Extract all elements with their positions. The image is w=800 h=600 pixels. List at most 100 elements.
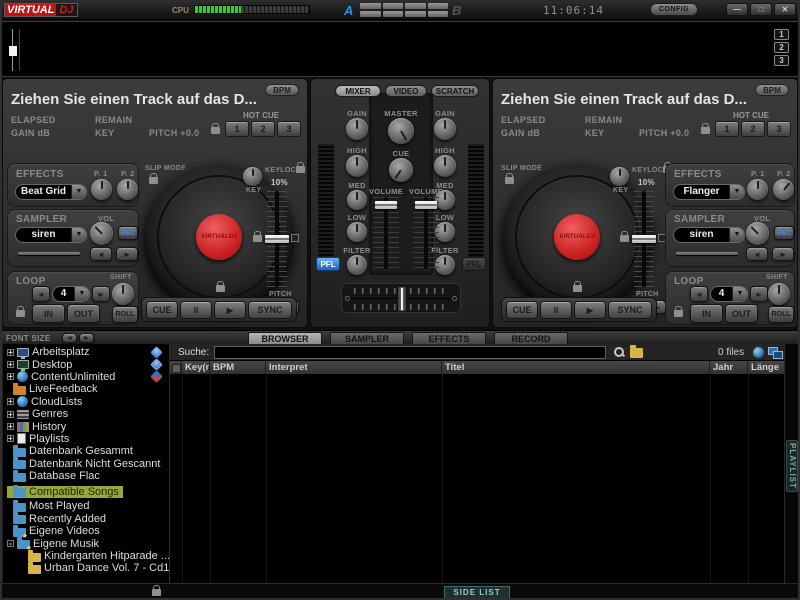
sample-progress[interactable]: [18, 252, 80, 255]
sync-button[interactable]: SYNC: [248, 301, 292, 319]
loop-half-button[interactable]: ◄: [32, 286, 50, 302]
tree-item-recently-added[interactable]: Recently Added: [7, 513, 169, 525]
minimize-button[interactable]: —: [726, 3, 748, 16]
tree-item-history[interactable]: + History: [7, 420, 169, 432]
key-knob[interactable]: [243, 167, 262, 186]
tree-item-most-played[interactable]: Most Played: [7, 500, 169, 512]
sample-select[interactable]: siren ▼: [673, 227, 745, 243]
pitch-slider-handle[interactable]: [632, 235, 656, 243]
lock-icon[interactable]: [16, 310, 25, 317]
next-sample-button[interactable]: ►: [116, 247, 138, 261]
expand-icon[interactable]: +: [7, 423, 14, 430]
config-button[interactable]: CONFIG: [650, 3, 698, 16]
loop-roll-button[interactable]: ROLL: [768, 306, 794, 323]
pitch-slider[interactable]: [267, 191, 287, 287]
pause-button[interactable]: II: [180, 301, 212, 319]
sync-button[interactable]: SYNC: [608, 301, 652, 319]
cue-button[interactable]: CUE: [146, 301, 178, 319]
loop-double-button[interactable]: ►: [92, 286, 110, 302]
tree-item-urban-dance[interactable]: Urban Dance Vol. 7 - Cd1: [7, 562, 169, 574]
cue-mix-knob[interactable]: [389, 158, 413, 182]
track-table-body[interactable]: [170, 375, 784, 583]
hot-cue-3-button[interactable]: 3: [767, 121, 791, 137]
waveform-scrubber[interactable]: [12, 29, 20, 71]
side-list-button[interactable]: SIDE LIST: [444, 586, 510, 599]
expand-icon[interactable]: +: [7, 435, 14, 442]
pfl-b-button[interactable]: PFL: [462, 257, 486, 271]
hot-cue-2-button[interactable]: 2: [741, 121, 765, 137]
tree-item-kindergarten-hitparade[interactable]: Kindergarten Hitparade ...: [7, 550, 169, 562]
column-titel[interactable]: Titel: [442, 361, 710, 374]
crossfader-handle[interactable]: [397, 286, 407, 312]
lock-icon[interactable]: [701, 127, 710, 134]
column-bpm[interactable]: BPM: [210, 361, 266, 374]
loop-length-select[interactable]: 4 ▼: [710, 286, 748, 302]
hot-cue-1-button[interactable]: 1: [225, 121, 249, 137]
pitch-reset-button[interactable]: [291, 234, 299, 242]
tab-video[interactable]: VIDEO: [385, 85, 427, 97]
tree-item-arbeitsplatz[interactable]: + Arbeitsplatz: [7, 346, 169, 358]
high-a-knob[interactable]: [346, 155, 368, 177]
rec-button[interactable]: REC: [774, 226, 794, 240]
chevron-down-icon[interactable]: ▼: [729, 228, 744, 242]
sampler-vol-knob[interactable]: [90, 222, 113, 245]
pitch-slider[interactable]: [634, 191, 654, 287]
lock-icon[interactable]: [674, 310, 683, 317]
lock-icon[interactable]: [573, 285, 582, 292]
font-larger-button[interactable]: ►: [79, 333, 94, 343]
loop-double-button[interactable]: ►: [750, 286, 768, 302]
chevron-down-icon[interactable]: ▼: [74, 287, 89, 301]
column-icon[interactable]: [170, 361, 182, 374]
filter-a-knob[interactable]: [347, 255, 367, 275]
column-key[interactable]: Key(nu: [182, 361, 210, 374]
cue-marker-2[interactable]: 2: [774, 42, 789, 53]
high-b-knob[interactable]: [434, 155, 456, 177]
tree-item-desktop[interactable]: + Desktop: [7, 358, 169, 370]
lock-icon[interactable]: [216, 285, 225, 292]
crossfader[interactable]: [341, 283, 461, 313]
effect-select[interactable]: Beat Grid ▼: [15, 184, 87, 200]
gear-icon[interactable]: [150, 358, 163, 371]
loop-out-button[interactable]: OUT: [725, 304, 758, 323]
loop-half-button[interactable]: ◄: [690, 286, 708, 302]
close-button[interactable]: ✕: [774, 3, 796, 16]
sampler-vol-knob[interactable]: [746, 222, 769, 245]
effect-select[interactable]: Flanger ▼: [673, 184, 745, 200]
column-jahr[interactable]: Jahr: [710, 361, 748, 374]
expand-icon[interactable]: +: [7, 411, 14, 418]
lock-icon[interactable]: [505, 177, 514, 184]
volume-fader-a-handle[interactable]: [375, 201, 397, 209]
search-input[interactable]: [214, 346, 606, 359]
chevron-down-icon[interactable]: ▼: [71, 185, 86, 199]
font-smaller-button[interactable]: ◄: [62, 333, 77, 343]
low-a-knob[interactable]: [347, 222, 367, 242]
loop-shift-knob[interactable]: [112, 283, 134, 305]
hot-cue-2-button[interactable]: 2: [251, 121, 275, 137]
tree-item-eigene-videos[interactable]: Eigene Videos: [7, 525, 169, 537]
master-knob[interactable]: [388, 118, 414, 144]
tree-item-livefeedback[interactable]: LiveFeedback: [7, 383, 169, 395]
pfl-a-button[interactable]: PFL: [316, 257, 340, 271]
download-icon[interactable]: [150, 371, 163, 384]
tree-item-cloudlists[interactable]: + CloudLists: [7, 396, 169, 408]
bpm-badge[interactable]: BPM: [755, 84, 789, 96]
shortcut-icon[interactable]: [150, 346, 163, 359]
cue-button[interactable]: CUE: [506, 301, 538, 319]
sample-progress[interactable]: [676, 252, 738, 255]
loop-in-button[interactable]: IN: [32, 304, 65, 323]
expand-icon[interactable]: +: [7, 361, 14, 368]
collapse-icon[interactable]: -: [7, 540, 14, 547]
cue-marker-3[interactable]: 3: [774, 55, 789, 66]
next-sample-button[interactable]: ►: [772, 247, 794, 261]
pause-button[interactable]: II: [540, 301, 572, 319]
netsearch-globe-icon[interactable]: [753, 347, 764, 358]
waveform-display[interactable]: 1 2 3: [0, 21, 800, 77]
cue-marker-1[interactable]: 1: [774, 29, 789, 40]
gain-b-knob[interactable]: [434, 118, 456, 140]
volume-fader-a[interactable]: [373, 197, 399, 269]
rec-button[interactable]: REC: [118, 226, 138, 240]
volume-fader-b[interactable]: [413, 197, 439, 269]
tree-item-datenbank-nicht-gescannt[interactable]: Datenbank Nicht Gescannt: [7, 458, 169, 470]
maximize-button[interactable]: □: [750, 3, 772, 16]
gain-a-knob[interactable]: [346, 118, 368, 140]
